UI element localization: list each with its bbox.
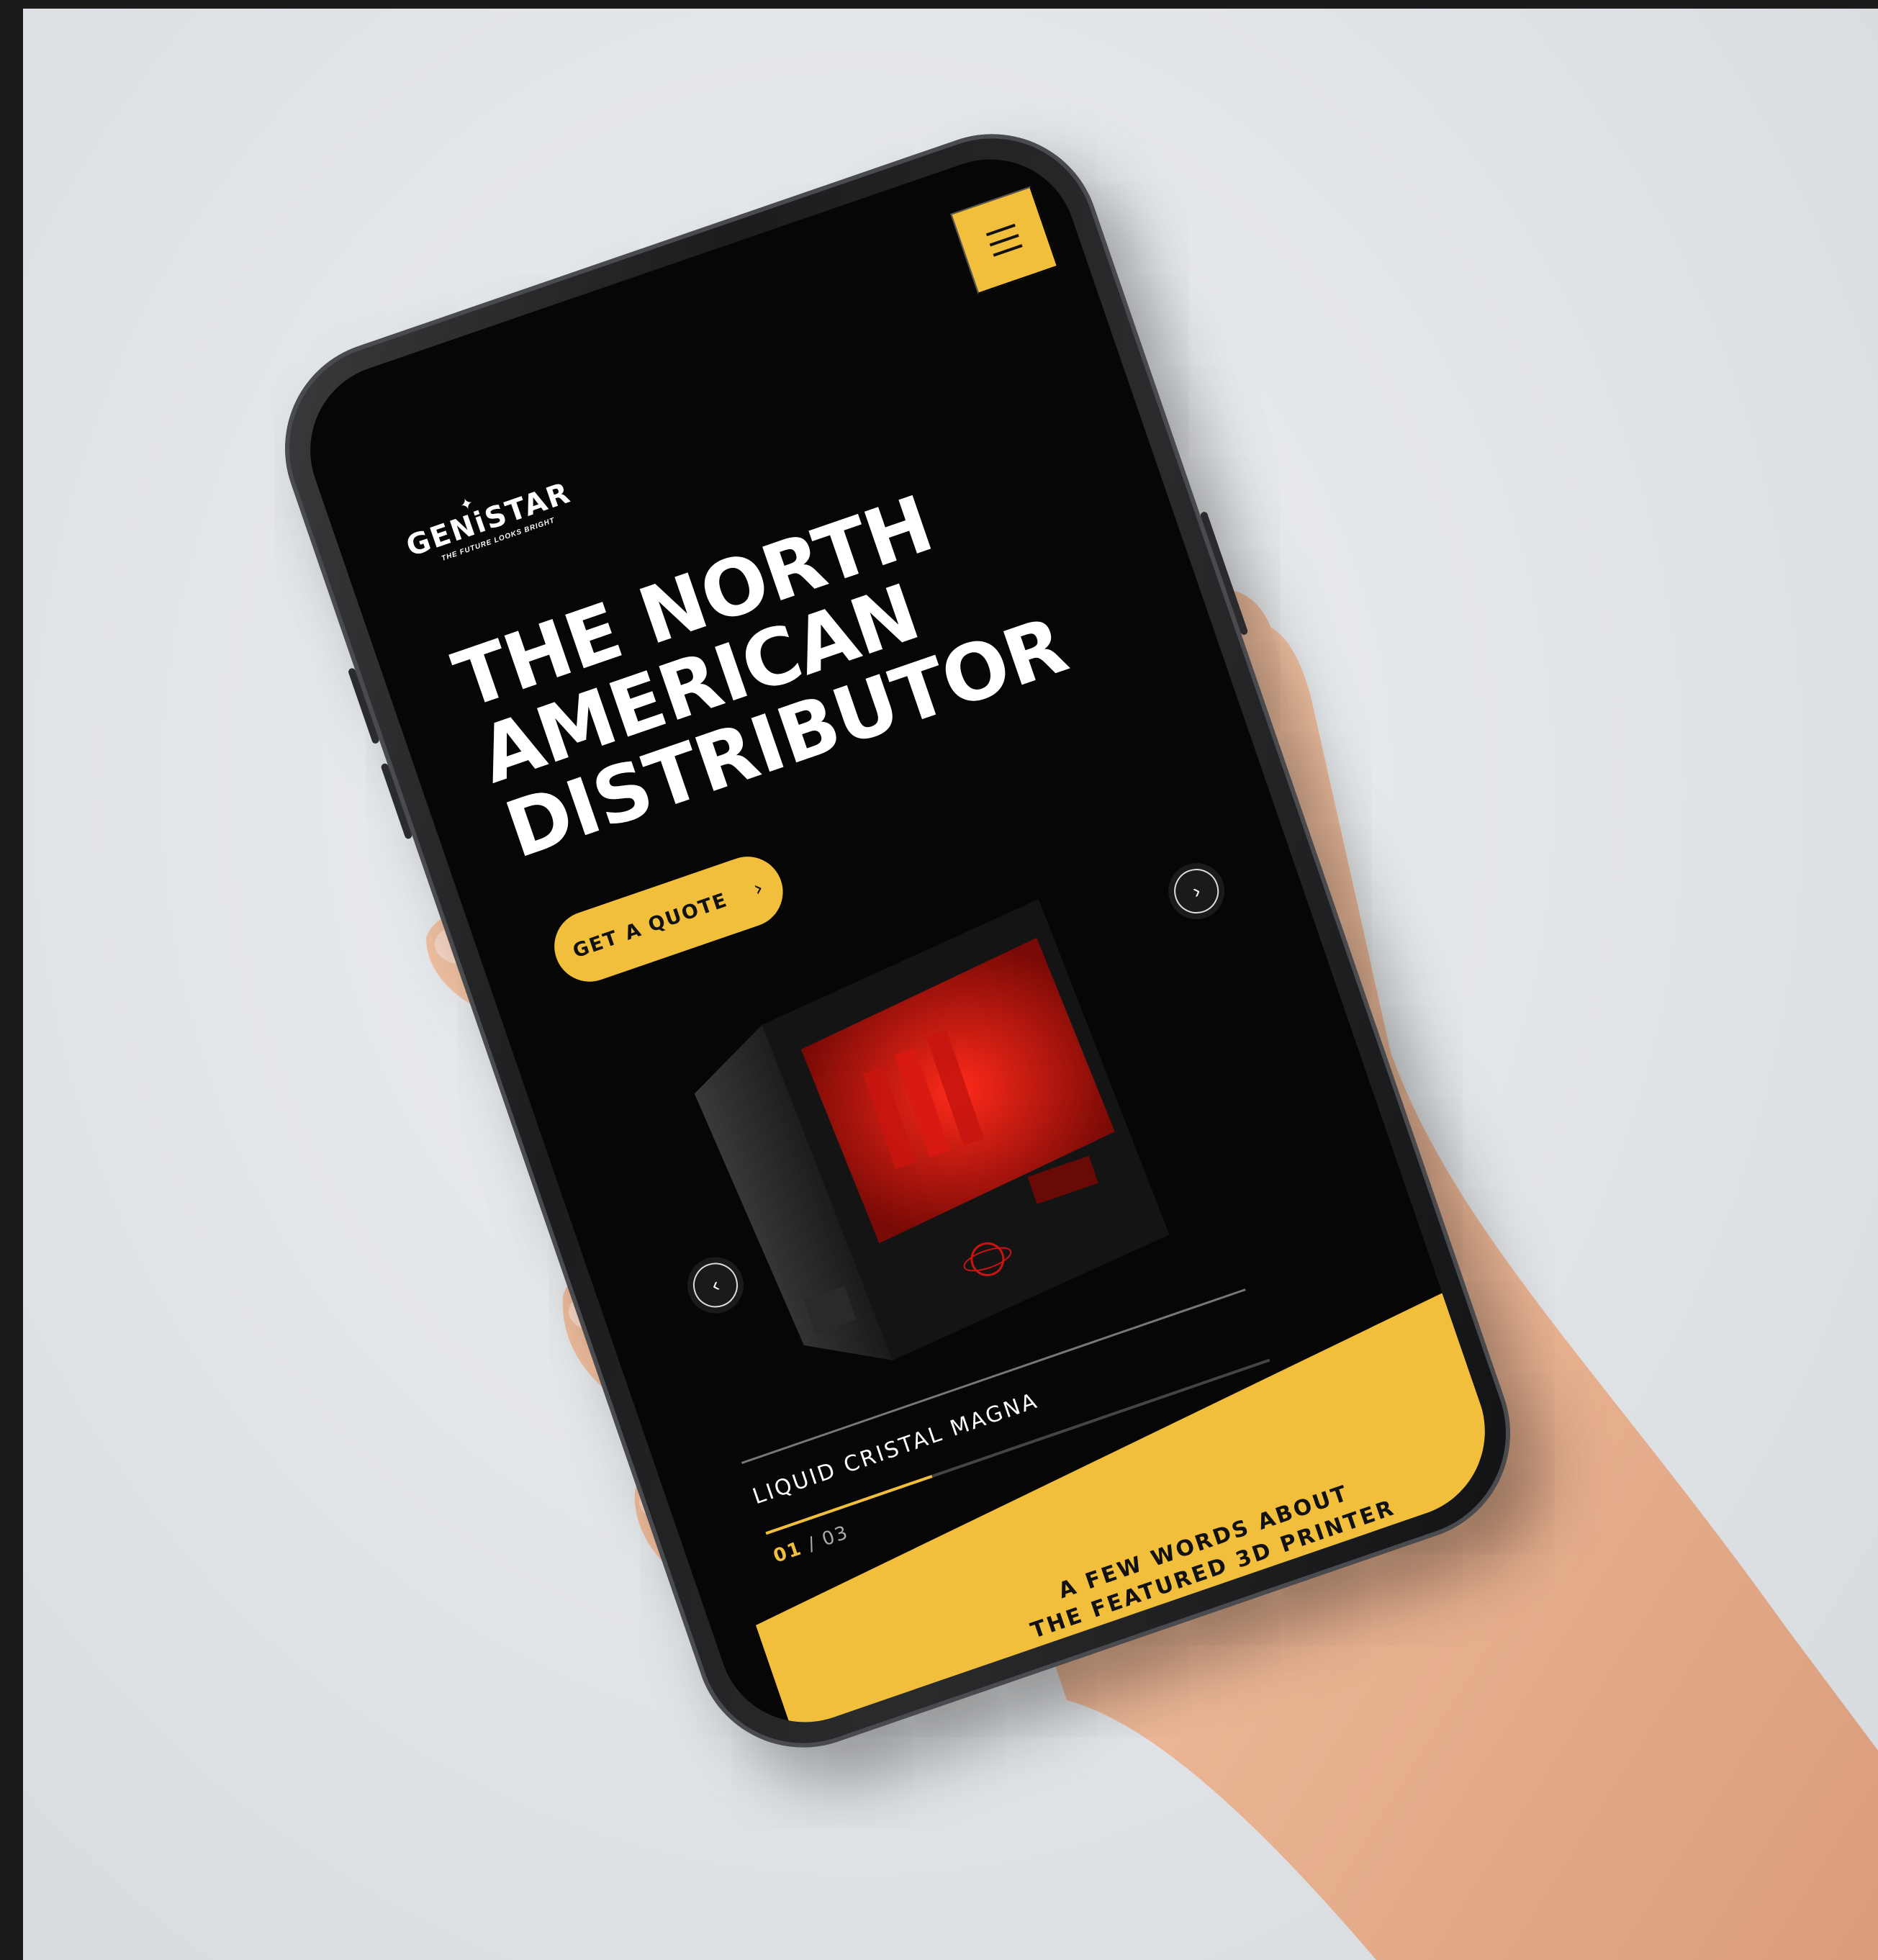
slider-next-button[interactable]: › — [1168, 862, 1225, 920]
product-image-3d-printer — [694, 899, 1170, 1360]
photo-background: GENiSTAR ✦ THE FUTURE LOOKS BRIGHT THE N… — [23, 9, 1878, 1960]
slide-total-count: 03 — [819, 1521, 852, 1551]
get-a-quote-button[interactable]: GET A QUOTE › — [544, 846, 793, 991]
chevron-right-icon: › — [750, 874, 768, 902]
slider-prev-button[interactable]: ‹ — [687, 1257, 744, 1314]
hamburger-menu-icon — [993, 244, 1023, 257]
slide-current-index: 01 — [770, 1537, 805, 1568]
brand-logo[interactable]: GENiSTAR ✦ THE FUTURE LOOKS BRIGHT — [402, 477, 578, 572]
chevron-right-icon: › — [1189, 879, 1204, 903]
hamburger-menu-icon — [985, 223, 1016, 237]
menu-button[interactable] — [950, 186, 1059, 294]
slide-counter-separator: / — [805, 1532, 820, 1556]
get-a-quote-label: GET A QUOTE — [569, 888, 731, 963]
hamburger-menu-icon — [989, 233, 1019, 247]
chevron-left-icon: ‹ — [708, 1273, 723, 1297]
